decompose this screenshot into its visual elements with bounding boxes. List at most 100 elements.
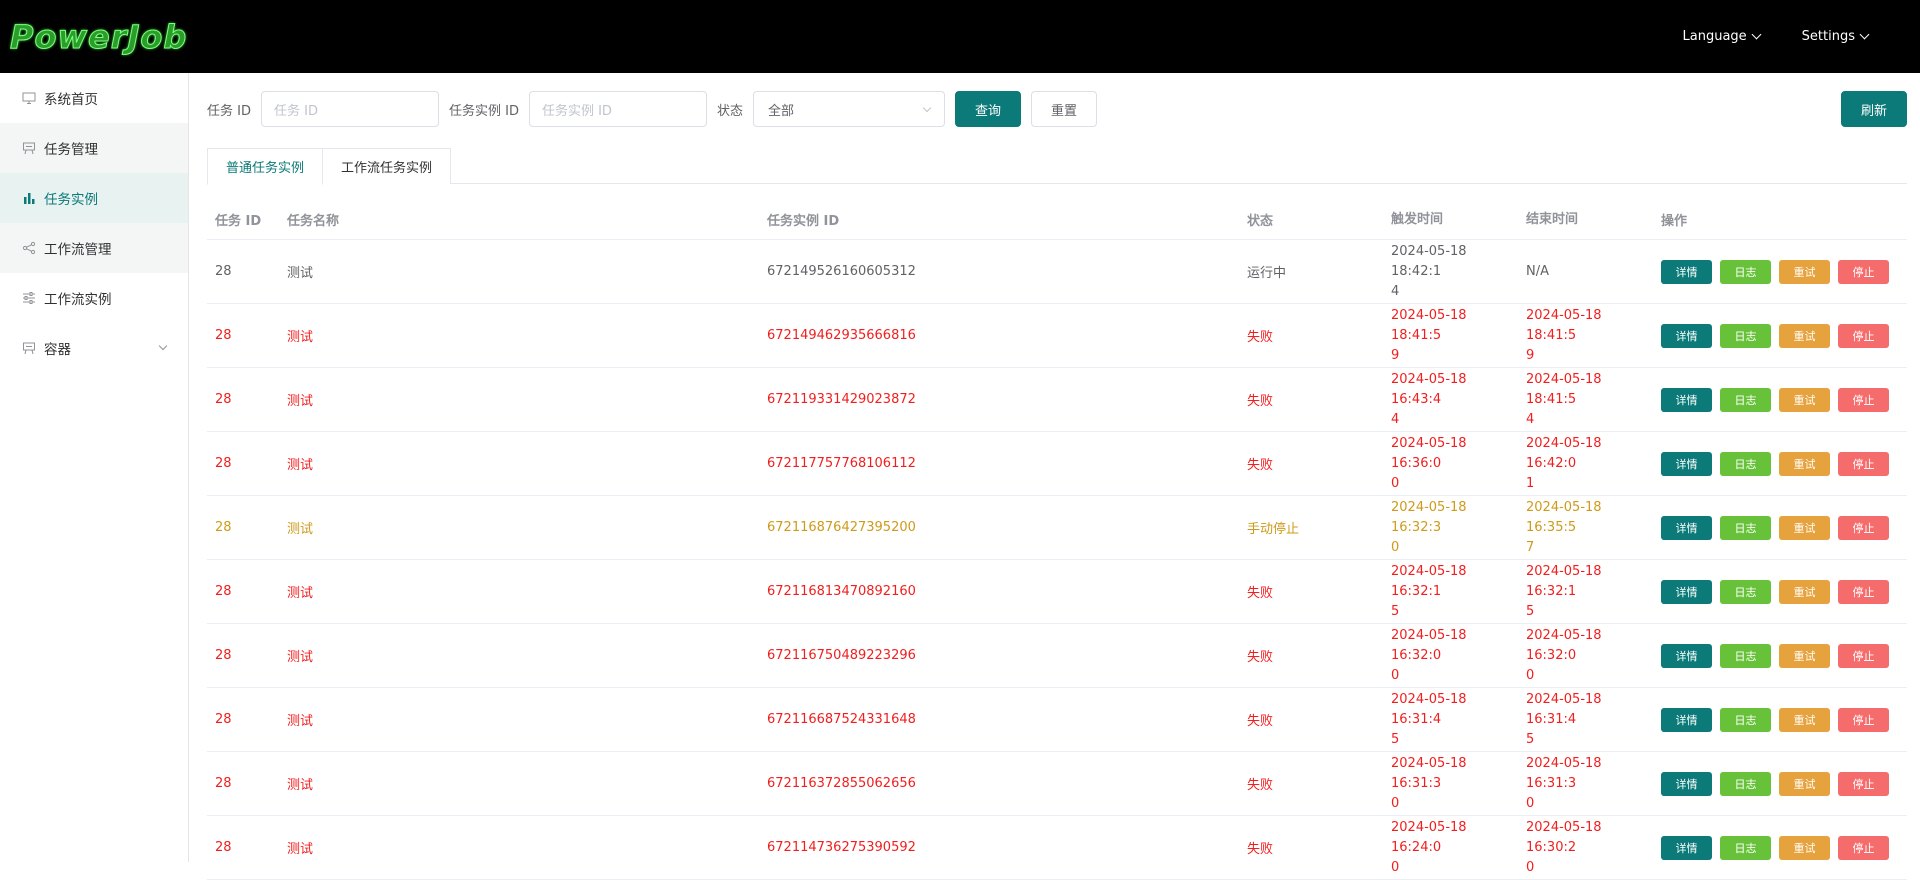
retry-button[interactable]: 重试 xyxy=(1779,771,1830,796)
query-button[interactable]: 查询 xyxy=(954,91,1021,127)
trigger-time-line: 5 xyxy=(1391,603,1400,619)
instance-id-cell: 672117757768106112 xyxy=(767,456,916,471)
log-button[interactable]: 日志 xyxy=(1720,643,1771,668)
log-button[interactable]: 日志 xyxy=(1720,707,1771,732)
settings-menu[interactable]: Settings xyxy=(1802,29,1870,44)
table-body: 28 测试 672149526160605312 运行中 2024-05-18 … xyxy=(207,240,1907,880)
detail-button[interactable]: 详情 xyxy=(1661,515,1712,540)
stop-button[interactable]: 停止 xyxy=(1838,707,1889,732)
stop-button[interactable]: 停止 xyxy=(1838,387,1889,412)
retry-button[interactable]: 重试 xyxy=(1779,387,1830,412)
trigger-time-line: 9 xyxy=(1391,347,1400,363)
table-row: 28 测试 672116750489223296 失败 2024-05-18 1… xyxy=(207,624,1907,688)
stop-button[interactable]: 停止 xyxy=(1838,579,1889,604)
end-time-cell: 2024-05-18 16:30:2 0 xyxy=(1518,818,1653,878)
detail-button[interactable]: 详情 xyxy=(1661,323,1712,348)
job-id-cell: 28 xyxy=(215,264,232,279)
trigger-time-cell: 2024-05-18 16:31:3 0 xyxy=(1383,754,1518,814)
retry-button[interactable]: 重试 xyxy=(1779,707,1830,732)
instance-id-cell: 672116750489223296 xyxy=(767,648,916,663)
tab-workflow-instances[interactable]: 工作流任务实例 xyxy=(323,148,452,184)
stop-button[interactable]: 停止 xyxy=(1838,323,1889,348)
instance-id-label: 任务实例 ID xyxy=(448,103,519,119)
detail-button[interactable]: 详情 xyxy=(1661,707,1712,732)
retry-button[interactable]: 重试 xyxy=(1779,451,1830,476)
retry-button[interactable]: 重试 xyxy=(1779,643,1830,668)
end-time-cell: N/A xyxy=(1518,262,1653,282)
end-time-line: 2024-05-18 16:32:1 xyxy=(1526,563,1602,599)
log-button[interactable]: 日志 xyxy=(1720,387,1771,412)
trigger-time-line: 0 xyxy=(1391,795,1400,811)
job-name-cell: 测试 xyxy=(287,586,314,601)
detail-button[interactable]: 详情 xyxy=(1661,387,1712,412)
stop-button[interactable]: 停止 xyxy=(1838,835,1889,860)
status-select[interactable]: 全部 xyxy=(752,91,945,127)
instance-id-cell: 672119331429023872 xyxy=(767,392,916,407)
log-button[interactable]: 日志 xyxy=(1720,771,1771,796)
log-button[interactable]: 日志 xyxy=(1720,515,1771,540)
chevron-down-icon xyxy=(1859,29,1870,40)
detail-button[interactable]: 详情 xyxy=(1661,579,1712,604)
bar-chart-icon xyxy=(22,191,36,205)
sidebar-item-job-instance[interactable]: 任务实例 xyxy=(0,173,188,223)
language-menu[interactable]: Language xyxy=(1683,29,1762,44)
end-time-line: 2024-05-18 16:30:2 xyxy=(1526,819,1602,855)
status-cell: 失败 xyxy=(1247,778,1274,793)
retry-button[interactable]: 重试 xyxy=(1779,835,1830,860)
trigger-time-line: 0 xyxy=(1391,859,1400,875)
instance-id-placeholder: 任务实例 ID xyxy=(541,103,612,119)
detail-button[interactable]: 详情 xyxy=(1661,643,1712,668)
end-time-line: 5 xyxy=(1526,603,1535,619)
job-name-cell: 测试 xyxy=(287,778,314,793)
reset-button[interactable]: 重置 xyxy=(1031,91,1098,127)
top-menu: Language Settings xyxy=(1641,29,1870,44)
detail-button[interactable]: 详情 xyxy=(1661,451,1712,476)
trigger-time-line: 0 xyxy=(1391,667,1400,683)
stop-button[interactable]: 停止 xyxy=(1838,771,1889,796)
log-button[interactable]: 日志 xyxy=(1720,451,1771,476)
sidebar-item-workflow-instance[interactable]: 工作流实例 xyxy=(0,273,188,323)
trigger-time-line: 2024-05-18 16:31:4 xyxy=(1391,691,1467,727)
retry-button[interactable]: 重试 xyxy=(1779,323,1830,348)
sidebar-item-workflow-manage[interactable]: 工作流管理 xyxy=(0,223,188,273)
sidebar-item-label: 任务实例 xyxy=(44,192,98,208)
instance-id-cell: 672116372855062656 xyxy=(767,776,916,791)
tab-normal-instances[interactable]: 普通任务实例 xyxy=(207,148,324,185)
retry-button[interactable]: 重试 xyxy=(1779,259,1830,284)
actions-cell: 详情 日志 重试 停止 xyxy=(1653,771,1907,796)
filter-bar: 任务 ID 任务 ID 任务实例 ID 任务实例 ID 状态 全部 查询 重置 … xyxy=(207,91,1907,127)
end-time-cell: 2024-05-18 16:32:0 0 xyxy=(1518,626,1653,686)
stop-button[interactable]: 停止 xyxy=(1838,643,1889,668)
trigger-time-line: 2024-05-18 16:32:3 xyxy=(1391,499,1467,535)
log-button[interactable]: 日志 xyxy=(1720,323,1771,348)
instance-id-input[interactable]: 任务实例 ID xyxy=(528,91,707,127)
instance-id-cell: 672116687524331648 xyxy=(767,712,916,727)
trigger-time-line: 4 xyxy=(1391,283,1400,299)
job-id-placeholder: 任务 ID xyxy=(273,103,318,119)
sidebar-item-job-manage[interactable]: 任务管理 xyxy=(0,123,188,173)
powerjob-logo[interactable]: PowerJob xyxy=(9,17,187,56)
job-id-input[interactable]: 任务 ID xyxy=(260,91,439,127)
stop-button[interactable]: 停止 xyxy=(1838,259,1889,284)
sidebar-item-home[interactable]: 系统首页 xyxy=(0,73,188,123)
stop-button[interactable]: 停止 xyxy=(1838,515,1889,540)
retry-button[interactable]: 重试 xyxy=(1779,579,1830,604)
retry-button[interactable]: 重试 xyxy=(1779,515,1830,540)
column-header: 任务名称 xyxy=(287,214,340,229)
log-button[interactable]: 日志 xyxy=(1720,835,1771,860)
detail-button[interactable]: 详情 xyxy=(1661,259,1712,284)
end-time-cell: 2024-05-18 16:32:1 5 xyxy=(1518,562,1653,622)
refresh-button[interactable]: 刷新 xyxy=(1840,91,1907,127)
log-button[interactable]: 日志 xyxy=(1720,259,1771,284)
job-name-cell: 测试 xyxy=(287,714,314,729)
sidebar-item-container[interactable]: 容器 xyxy=(0,323,188,373)
detail-button[interactable]: 详情 xyxy=(1661,771,1712,796)
chevron-down-icon xyxy=(1751,29,1762,40)
detail-button[interactable]: 详情 xyxy=(1661,835,1712,860)
stop-button[interactable]: 停止 xyxy=(1838,451,1889,476)
end-time-cell: 2024-05-18 18:41:5 4 xyxy=(1518,370,1653,430)
log-button[interactable]: 日志 xyxy=(1720,579,1771,604)
sidebar-item-label: 系统首页 xyxy=(44,92,98,108)
instance-id-cell: 672116876427395200 xyxy=(767,520,916,535)
table-row: 28 测试 672116813470892160 失败 2024-05-18 1… xyxy=(207,560,1907,624)
